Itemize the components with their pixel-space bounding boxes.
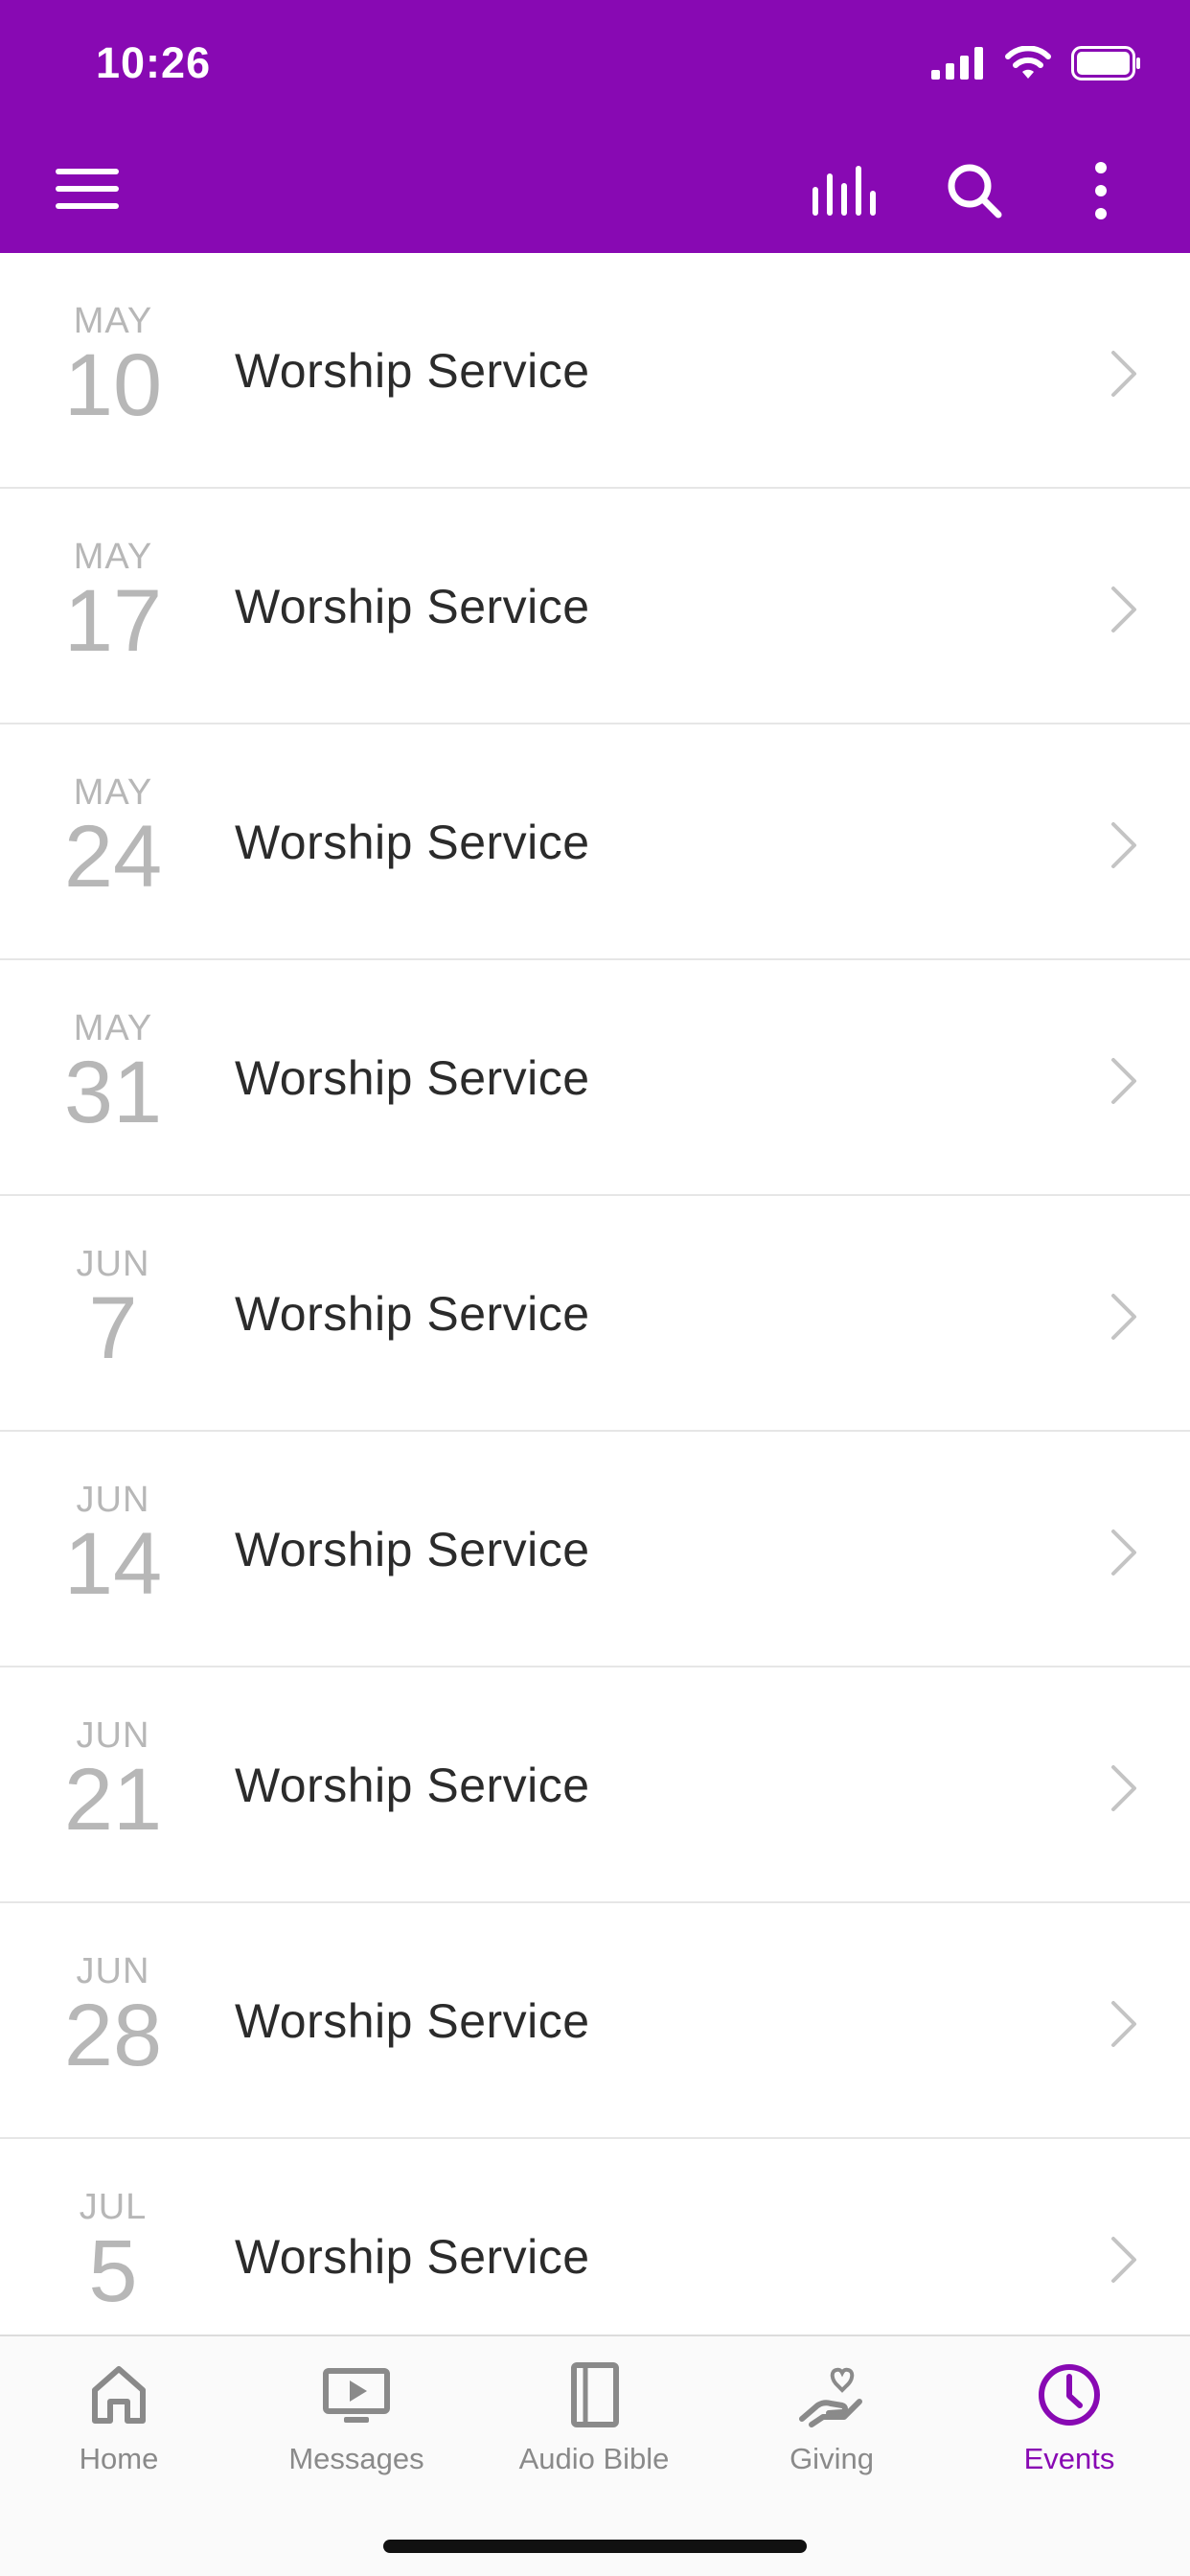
chevron-right-icon [1111,822,1136,868]
event-title: Worship Service [235,2230,590,2284]
event-month: JUN [76,1951,150,1991]
event-month: MAY [73,301,153,341]
event-date: JUL 5 [46,2187,180,2315]
event-day: 24 [63,808,163,906]
event-row[interactable]: MAY 17 Worship Service [0,489,1190,724]
tab-home[interactable]: Home [13,2361,224,2505]
signal-icon [931,47,983,80]
hamburger-icon [56,169,119,209]
chevron-right-icon [1111,1765,1136,1811]
event-row[interactable]: JUL 5 Worship Service [0,2139,1190,2334]
event-title: Worship Service [235,1523,590,1576]
tab-giving[interactable]: Giving [726,2361,937,2505]
event-date: MAY 17 [46,537,180,665]
tab-label: Messages [288,2442,424,2475]
event-date: JUN 21 [46,1715,180,1844]
app-root: 10:26 MAY 10 Worship Service MAY 17 Wors… [0,0,1190,2576]
home-icon [92,2366,146,2424]
event-day: 31 [63,1044,163,1141]
event-month: JUL [79,2187,148,2227]
tab-label: Audio Bible [518,2442,670,2475]
battery-icon [1071,46,1140,80]
event-day: 28 [63,1987,163,2084]
event-day: 21 [63,1751,163,1849]
search-icon [948,164,1002,218]
event-title: Worship Service [235,1994,590,2048]
event-month: MAY [73,537,153,577]
event-title: Worship Service [235,1287,590,1341]
book-icon [571,2362,619,2427]
menu-button[interactable] [54,155,121,222]
chevron-right-icon [1111,1294,1136,1340]
tab-label: Home [79,2442,159,2475]
chevron-right-icon [1111,351,1136,397]
event-title: Worship Service [235,1759,590,1812]
equalizer-icon [812,166,876,216]
tab-events[interactable]: Events [964,2361,1175,2505]
event-row[interactable]: JUN 21 Worship Service [0,1668,1190,1903]
event-date: JUN 28 [46,1951,180,2080]
event-month: MAY [73,772,153,813]
event-row[interactable]: JUN 28 Worship Service [0,1903,1190,2139]
search-button[interactable] [939,155,1010,226]
tab-label: Events [1023,2442,1115,2475]
event-row[interactable]: MAY 31 Worship Service [0,960,1190,1196]
tab-label: Giving [790,2442,874,2475]
audio-button[interactable] [809,155,880,226]
tab-messages[interactable]: Messages [251,2361,462,2505]
status-time: 10:26 [96,38,212,87]
event-day: 7 [88,1279,138,1377]
chevron-right-icon [1111,2001,1136,2047]
event-month: JUN [76,1244,150,1284]
event-date: MAY 10 [46,301,180,429]
clock-icon [1039,2364,1100,2426]
event-title: Worship Service [235,816,590,869]
event-row[interactable]: JUN 7 Worship Service [0,1196,1190,1432]
header: 10:26 [0,0,1190,253]
event-date: JUN 14 [46,1480,180,1608]
wifi-icon [1005,46,1051,79]
event-title: Worship Service [235,1051,590,1105]
tab-audio-bible[interactable]: Audio Bible [489,2361,699,2505]
chevron-right-icon [1111,1530,1136,1576]
giving-hand-icon [799,2367,862,2427]
event-month: MAY [73,1008,153,1048]
event-title: Worship Service [235,580,590,633]
home-indicator[interactable] [383,2540,807,2553]
chevron-right-icon [1111,2237,1136,2283]
more-vertical-icon [1095,162,1107,219]
chevron-right-icon [1111,586,1136,632]
more-options-button[interactable] [1065,155,1136,226]
event-month: JUN [76,1715,150,1756]
event-day: 17 [63,572,163,670]
event-row[interactable]: MAY 24 Worship Service [0,724,1190,960]
event-date: MAY 31 [46,1008,180,1137]
event-day: 10 [63,336,163,434]
event-title: Worship Service [235,344,590,398]
event-row[interactable]: JUN 14 Worship Service [0,1432,1190,1668]
chevron-right-icon [1111,1058,1136,1104]
event-date: MAY 24 [46,772,180,901]
event-day: 14 [63,1515,163,1613]
event-day: 5 [88,2222,138,2320]
event-row[interactable]: MAY 10 Worship Service [0,253,1190,489]
status-icons [931,46,1142,80]
event-date: JUN 7 [46,1244,180,1372]
event-list: MAY 10 Worship Service MAY 17 Worship Se… [0,253,1190,2334]
video-icon [323,2368,390,2423]
event-month: JUN [76,1480,150,1520]
